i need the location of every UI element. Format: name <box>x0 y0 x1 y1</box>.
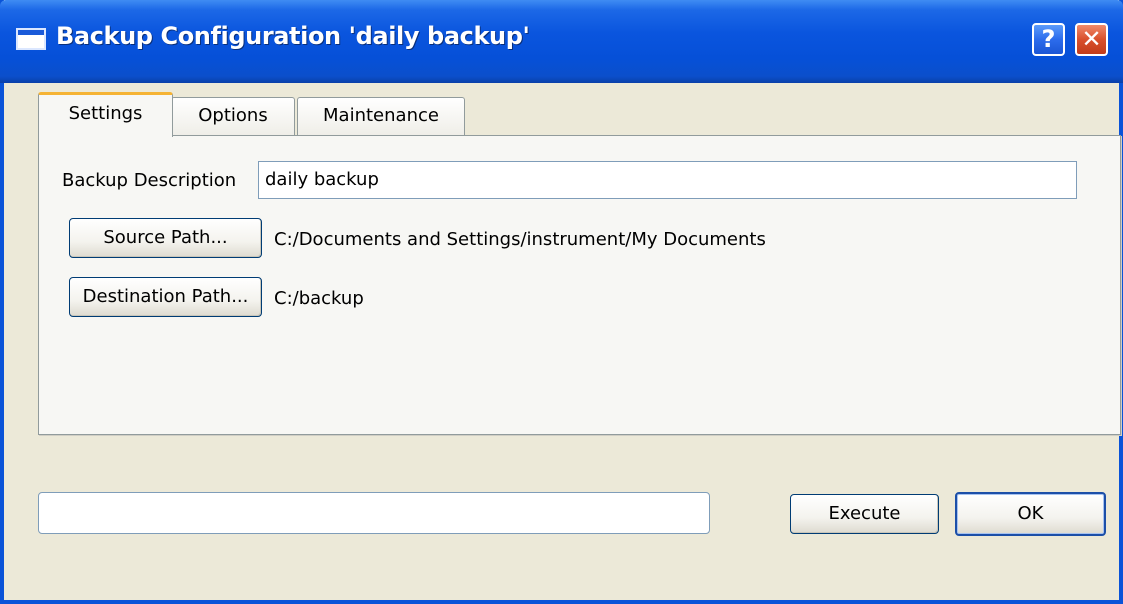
window-title: Backup Configuration 'daily backup' <box>56 22 530 50</box>
window-icon <box>16 28 46 50</box>
backup-description-label: Backup Description <box>62 170 237 191</box>
close-button[interactable]: ✕ <box>1075 23 1108 56</box>
ok-button[interactable]: OK <box>955 492 1106 536</box>
source-path-button[interactable]: Source Path... <box>69 218 262 258</box>
backup-configuration-dialog: Backup Configuration 'daily backup' ? ✕ … <box>0 0 1123 604</box>
destination-path-value: C:/backup <box>274 288 364 309</box>
status-field[interactable] <box>38 492 710 534</box>
execute-button[interactable]: Execute <box>790 494 939 534</box>
help-button[interactable]: ? <box>1032 23 1065 56</box>
backup-description-input[interactable]: daily backup <box>258 161 1077 199</box>
tab-settings[interactable]: Settings <box>38 92 173 137</box>
source-path-value: C:/Documents and Settings/instrument/My … <box>274 229 766 250</box>
tab-options[interactable]: Options <box>171 97 295 135</box>
tab-maintenance[interactable]: Maintenance <box>297 97 465 135</box>
destination-path-button[interactable]: Destination Path... <box>69 277 262 317</box>
title-bar[interactable]: Backup Configuration 'daily backup' ? ✕ <box>0 0 1123 83</box>
